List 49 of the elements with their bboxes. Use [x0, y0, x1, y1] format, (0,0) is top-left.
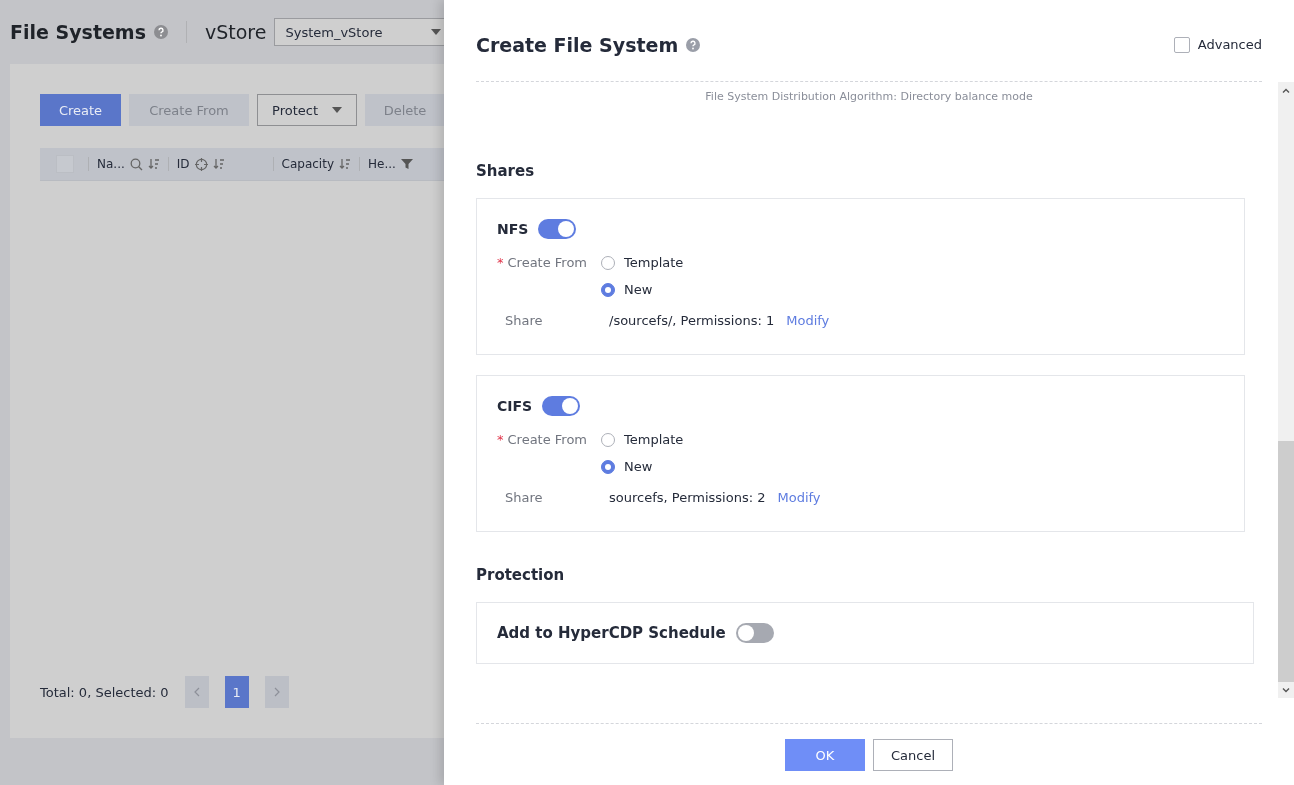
vstore-label: vStore: [204, 21, 267, 43]
column-header: He...: [368, 157, 396, 171]
scrollbar[interactable]: [1278, 82, 1294, 698]
section-heading: Protection: [476, 566, 566, 584]
sort-icon[interactable]: [147, 158, 160, 170]
vstore-select[interactable]: System_vStore: [274, 18, 444, 46]
sort-icon[interactable]: [339, 158, 351, 170]
column-header: Na...: [97, 157, 125, 171]
dialog-title: Create File System: [476, 33, 679, 56]
dialog-button[interactable]: Cancel: [873, 739, 953, 771]
radio-option[interactable]: Template: [601, 255, 684, 270]
page-button[interactable]: 1: [224, 676, 249, 708]
search-icon[interactable]: [129, 157, 143, 171]
radio-option[interactable]: New: [601, 459, 684, 474]
crosshair-icon[interactable]: [194, 157, 208, 171]
share-value: /sourcefs/, Permissions: 1: [609, 313, 775, 328]
modify-link[interactable]: Modify: [786, 313, 830, 328]
caret-icon: [332, 107, 342, 113]
column-header: ID: [176, 157, 190, 171]
toggle-switch[interactable]: [735, 623, 774, 643]
radio-option[interactable]: Template: [601, 432, 684, 447]
page-title: File Systems: [10, 21, 146, 43]
modify-link[interactable]: Modify: [777, 490, 821, 505]
sort-icon[interactable]: [212, 158, 225, 170]
toolbar-button[interactable]: Create: [40, 94, 121, 126]
field-label: Share: [505, 490, 543, 505]
required-mark: *: [497, 255, 504, 270]
toolbar-button[interactable]: Protect: [257, 94, 357, 126]
field-label: Create From: [507, 255, 588, 270]
chevron-right-icon: [273, 687, 280, 697]
section-heading: Shares: [476, 162, 536, 180]
field-label: Share: [505, 313, 543, 328]
column-header: Capacity: [281, 157, 334, 171]
toggle-switch[interactable]: [542, 396, 581, 416]
schedule-label: Add to HyperCDP Schedule: [497, 624, 726, 642]
filter-icon[interactable]: [400, 158, 413, 170]
advanced-checkbox[interactable]: Advanced: [1173, 36, 1262, 53]
radio-option[interactable]: New: [601, 282, 684, 297]
share-name: CIFS: [497, 398, 533, 414]
help-icon[interactable]: [686, 37, 701, 52]
algorithm-note: File System Distribution Algorithm: Directory balance mode: [704, 90, 1034, 103]
share-name: NFS: [497, 221, 529, 237]
total-count: Total: 0, Selected: 0: [40, 684, 169, 700]
help-icon[interactable]: [153, 25, 168, 39]
share-value: sourcefs, Permissions: 2: [609, 490, 766, 505]
toggle-switch[interactable]: [538, 219, 577, 239]
field-label: Create From: [507, 432, 588, 447]
chevron-left-icon: [193, 687, 200, 697]
required-mark: *: [497, 432, 504, 447]
